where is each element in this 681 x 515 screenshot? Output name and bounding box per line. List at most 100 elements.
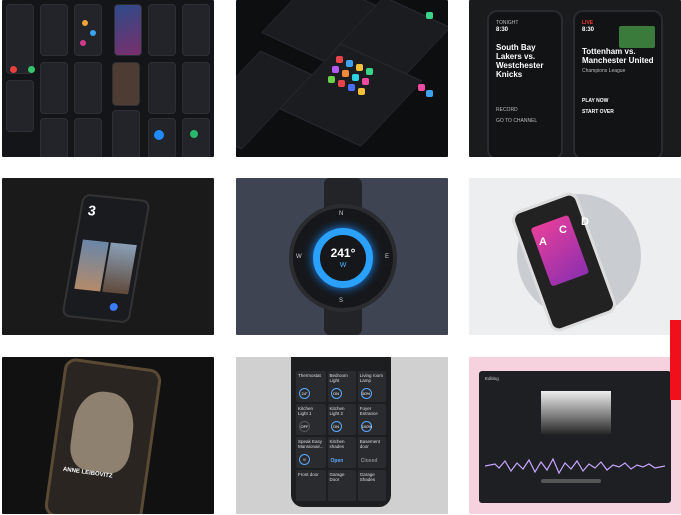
app-icon: [90, 30, 96, 36]
mini-screen: [182, 62, 210, 114]
shot-tile-card-selector[interactable]: A C D: [469, 178, 681, 335]
control-value: 50%: [360, 388, 372, 399]
control-tile[interactable]: Kitchen Light 1 OFF: [296, 404, 326, 435]
control-label: Thermostat: [298, 373, 321, 378]
event-title: South Bay Lakers vs. Westchester Knicks: [496, 42, 544, 80]
editor-panel-title: Editing: [485, 376, 499, 381]
shot-tile-smart-home[interactable]: Thermostat 24° Bedroom Light ON Living roo…: [236, 357, 448, 514]
mini-screen: [182, 118, 210, 157]
mini-screen: [6, 80, 34, 132]
shot-tile-dark-app-collage[interactable]: [2, 0, 214, 157]
control-label: Speak Easy Mansionair...: [298, 439, 324, 450]
card-letter-a: A: [539, 236, 547, 248]
shot-tile-video-profile[interactable]: ANNE LEIBOVITZ: [2, 357, 214, 514]
phone-mockup: ANNE LEIBOVITZ: [43, 357, 163, 514]
shot-tile-travel-phone[interactable]: 3: [2, 178, 214, 335]
app-icon: [356, 64, 363, 71]
compass-s: S: [339, 298, 344, 304]
mini-screen: [112, 110, 140, 157]
mini-screen: [112, 62, 140, 106]
control-tile[interactable]: Front door: [296, 470, 326, 501]
control-tile[interactable]: Living room Lamp 50%: [357, 371, 386, 402]
control-value: 24°: [299, 388, 310, 399]
app-icon: [342, 70, 349, 77]
app-icon: [426, 12, 433, 19]
control-tile[interactable]: Basement door Closed: [357, 437, 386, 468]
phone-mockup: Thermostat 24° Bedroom Light ON Living roo…: [291, 357, 391, 507]
action-go-to-channel[interactable]: GO TO CHANNEL: [496, 118, 554, 125]
watch-face: 241° W N E S W: [289, 204, 397, 312]
control-value: II: [299, 454, 310, 465]
mini-screen: [148, 4, 176, 56]
compass-w: W: [296, 254, 302, 260]
app-icon: [358, 88, 365, 95]
mini-screen: [74, 4, 102, 56]
control-tile[interactable]: Foyer Entrance 100%: [357, 404, 386, 435]
heading-reading: 241°: [330, 246, 356, 260]
phone-mockup-right: LIVE 8:30 Tottenham vs. Manchester Unite…: [573, 10, 663, 157]
app-icon: [362, 78, 369, 85]
mini-screen: [40, 118, 68, 157]
shot-gallery-grid: TONIGHT 8:30 South Bay Lakers vs. Westch…: [0, 0, 681, 515]
control-tile[interactable]: Bedroom Light ON: [327, 371, 356, 402]
card-letter-d: D: [581, 216, 589, 228]
control-tile[interactable]: Thermostat 24°: [296, 371, 326, 402]
mini-screen: [74, 62, 102, 114]
control-label: Foyer Entrance: [359, 406, 378, 417]
control-tile[interactable]: Speak Easy Mansionair... II: [296, 437, 326, 468]
app-icon: [82, 20, 88, 26]
control-tile[interactable]: Kitchen shades Open: [327, 437, 356, 468]
control-label: Garage Shades: [359, 472, 376, 483]
heading-direction: W: [339, 262, 347, 269]
editor-window: Editing: [479, 371, 671, 503]
mini-screen: [114, 4, 142, 56]
app-icon: [426, 90, 433, 97]
app-icon: [352, 74, 359, 81]
app-icon: [348, 84, 355, 91]
app-icon: [338, 80, 345, 87]
audio-waveform: [485, 457, 665, 475]
control-label: Kitchen Light 1: [298, 406, 314, 417]
control-tile[interactable]: Kitchen Light 2 ON: [327, 404, 356, 435]
control-label: Garage Door: [329, 472, 345, 483]
app-icon: [154, 130, 164, 140]
app-icon: [332, 66, 339, 73]
mini-screen: [40, 62, 68, 114]
app-icon: [328, 76, 335, 83]
control-label: Kitchen shades: [329, 439, 345, 450]
shot-tile-smartwatch[interactable]: 241° W N E S W: [236, 178, 448, 335]
app-icon: [366, 68, 373, 75]
control-tile[interactable]: Garage Door: [327, 470, 356, 501]
compass-n: N: [339, 211, 344, 217]
control-tile[interactable]: Garage Shades: [357, 470, 386, 501]
control-value: ON: [330, 388, 342, 399]
video-preview: [541, 391, 611, 435]
mini-screen: [148, 62, 176, 114]
playback-controls[interactable]: [541, 479, 601, 483]
mini-screen: [40, 4, 68, 56]
green-dot-icon: [28, 66, 35, 73]
app-icon: [336, 56, 343, 63]
control-value: ON: [330, 421, 342, 432]
feedback-tab[interactable]: [670, 320, 681, 400]
app-icon: [346, 60, 353, 67]
app-icon: [190, 130, 198, 138]
phone-mockup: 3: [61, 193, 151, 324]
control-value: Closed: [360, 458, 378, 465]
shot-tile-sports-streaming[interactable]: TONIGHT 8:30 South Bay Lakers vs. Westch…: [469, 0, 681, 157]
compass-e: E: [385, 254, 390, 260]
card-letter-c: C: [559, 224, 567, 236]
action-dot-icon[interactable]: [109, 302, 119, 312]
shot-tile-video-editor[interactable]: Editing: [469, 357, 681, 514]
app-icon: [418, 84, 425, 91]
mini-screen: [182, 4, 210, 56]
event-title: Tottenham vs. Manchester United: [582, 46, 654, 65]
control-value: Open: [330, 458, 344, 465]
control-label: Living room Lamp: [359, 373, 384, 384]
control-label: Kitchen Light 2: [329, 406, 345, 417]
shot-tile-dark-ui-kit[interactable]: [236, 0, 448, 157]
control-value: OFF: [299, 421, 310, 432]
red-dot-icon: [10, 66, 17, 73]
action-start-over[interactable]: START OVER: [582, 109, 654, 116]
control-label: Front door: [298, 472, 319, 477]
